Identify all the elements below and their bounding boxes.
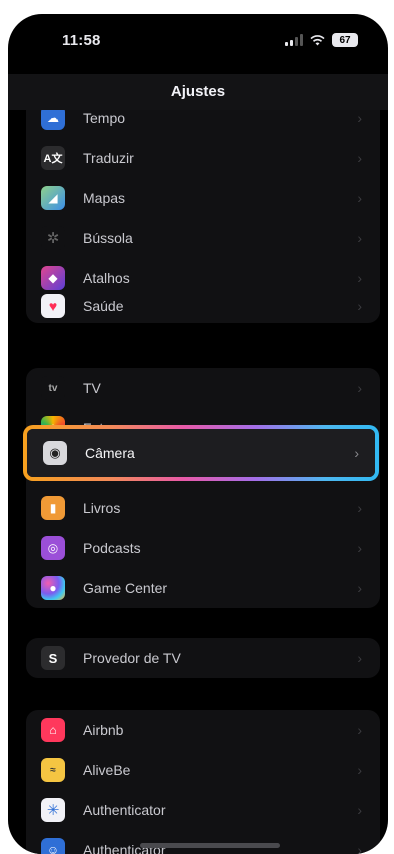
chevron-right-icon: › xyxy=(357,650,362,666)
chevron-right-icon: › xyxy=(357,190,362,206)
highlight-frame: ◉ Câmera › xyxy=(23,425,379,481)
authenticator-2-icon: ☺ xyxy=(41,838,65,854)
settings-row-livros[interactable]: ▮ Livros › xyxy=(26,488,380,528)
chevron-right-icon: › xyxy=(357,230,362,246)
settings-row-podcasts[interactable]: ◎ Podcasts › xyxy=(26,528,380,568)
authenticator-icon: ✳ xyxy=(41,798,65,822)
row-label: Câmera xyxy=(85,445,135,461)
row-label: Game Center xyxy=(83,580,168,596)
row-label: AliveBe xyxy=(83,762,131,778)
chevron-right-icon: › xyxy=(357,110,362,126)
settings-row-airbnb[interactable]: ⌂ Airbnb › xyxy=(26,710,380,750)
chevron-right-icon: › xyxy=(357,270,362,286)
podcasts-icon: ◎ xyxy=(41,536,65,560)
airbnb-icon: ⌂ xyxy=(41,718,65,742)
settings-group-apps-1: ☁ Tempo › A文 Traduzir › ◢ Mapas › ✲ Búss… xyxy=(26,110,380,323)
settings-row-tempo[interactable]: ☁ Tempo › xyxy=(26,110,380,138)
status-bar: 11:58 67 xyxy=(8,14,388,74)
game-center-icon: ● xyxy=(41,576,65,600)
translate-icon: A文 xyxy=(41,146,65,170)
chevron-right-icon: › xyxy=(357,380,362,396)
settings-row-saude[interactable]: ♥ Saúde › xyxy=(26,294,380,323)
chevron-right-icon: › xyxy=(357,500,362,516)
weather-icon: ☁ xyxy=(41,110,65,130)
settings-row-authenticator-2[interactable]: ☺ Authenticator › xyxy=(26,830,380,854)
chevron-right-icon: › xyxy=(357,762,362,778)
wifi-icon xyxy=(310,34,325,45)
row-label: Mapas xyxy=(83,190,126,206)
settings-row-provedor-de-tv[interactable]: S Provedor de TV › xyxy=(26,638,380,678)
status-icons: 67 xyxy=(285,33,358,47)
settings-row-tv[interactable]: tv TV › xyxy=(26,368,380,408)
settings-row-atalhos[interactable]: ◆ Atalhos › xyxy=(26,258,380,298)
row-label: Authenticator xyxy=(83,802,166,818)
cellular-signal-icon xyxy=(285,34,303,46)
status-time: 11:58 xyxy=(62,32,101,49)
nav-title: Ajustes xyxy=(8,74,388,110)
settings-row-camera[interactable]: ◉ Câmera › xyxy=(27,429,375,477)
settings-group-third-party: ⌂ Airbnb › ≈ AliveBe › ✳ Authenticator ›… xyxy=(26,710,380,854)
row-label: Podcasts xyxy=(83,540,141,556)
row-label: Livros xyxy=(83,500,121,516)
settings-row-bussola[interactable]: ✲ Bússola › xyxy=(26,218,380,258)
chevron-right-icon: › xyxy=(357,298,362,314)
shortcuts-icon: ◆ xyxy=(41,266,65,290)
apple-tv-icon: tv xyxy=(41,376,65,400)
settings-group-tv-provider: S Provedor de TV › xyxy=(26,638,380,678)
row-label: Provedor de TV xyxy=(83,650,181,666)
chevron-right-icon: › xyxy=(357,802,362,818)
compass-icon: ✲ xyxy=(41,226,65,250)
settings-row-alivebe[interactable]: ≈ AliveBe › xyxy=(26,750,380,790)
alivebe-icon: ≈ xyxy=(41,758,65,782)
row-label: Atalhos xyxy=(83,270,130,286)
home-indicator xyxy=(140,843,280,848)
chevron-right-icon: › xyxy=(354,445,359,461)
row-label: Traduzir xyxy=(83,150,134,166)
settings-list[interactable]: ☁ Tempo › A文 Traduzir › ◢ Mapas › ✲ Búss… xyxy=(8,110,388,854)
health-icon: ♥ xyxy=(41,294,65,318)
row-label: Tempo xyxy=(83,110,126,126)
row-label: Saúde xyxy=(83,298,124,314)
chevron-right-icon: › xyxy=(357,580,362,596)
settings-group-apps-2: tv TV › ✿ Fotos › ▮ Livros › ◎ Podcasts … xyxy=(26,368,380,608)
settings-row-game-center[interactable]: ● Game Center › xyxy=(26,568,380,608)
chevron-right-icon: › xyxy=(357,150,362,166)
chevron-right-icon: › xyxy=(357,842,362,854)
maps-icon: ◢ xyxy=(41,186,65,210)
settings-row-mapas[interactable]: ◢ Mapas › xyxy=(26,178,380,218)
settings-row-traduzir[interactable]: A文 Traduzir › xyxy=(26,138,380,178)
row-label: Airbnb xyxy=(83,722,124,738)
row-label: Bússola xyxy=(83,230,133,246)
chevron-right-icon: › xyxy=(357,540,362,556)
battery-indicator: 67 xyxy=(332,33,358,47)
tv-provider-icon: S xyxy=(41,646,65,670)
row-label: TV xyxy=(83,380,101,396)
chevron-right-icon: › xyxy=(357,722,362,738)
camera-icon: ◉ xyxy=(43,441,67,465)
settings-row-authenticator[interactable]: ✳ Authenticator › xyxy=(26,790,380,830)
books-icon: ▮ xyxy=(41,496,65,520)
